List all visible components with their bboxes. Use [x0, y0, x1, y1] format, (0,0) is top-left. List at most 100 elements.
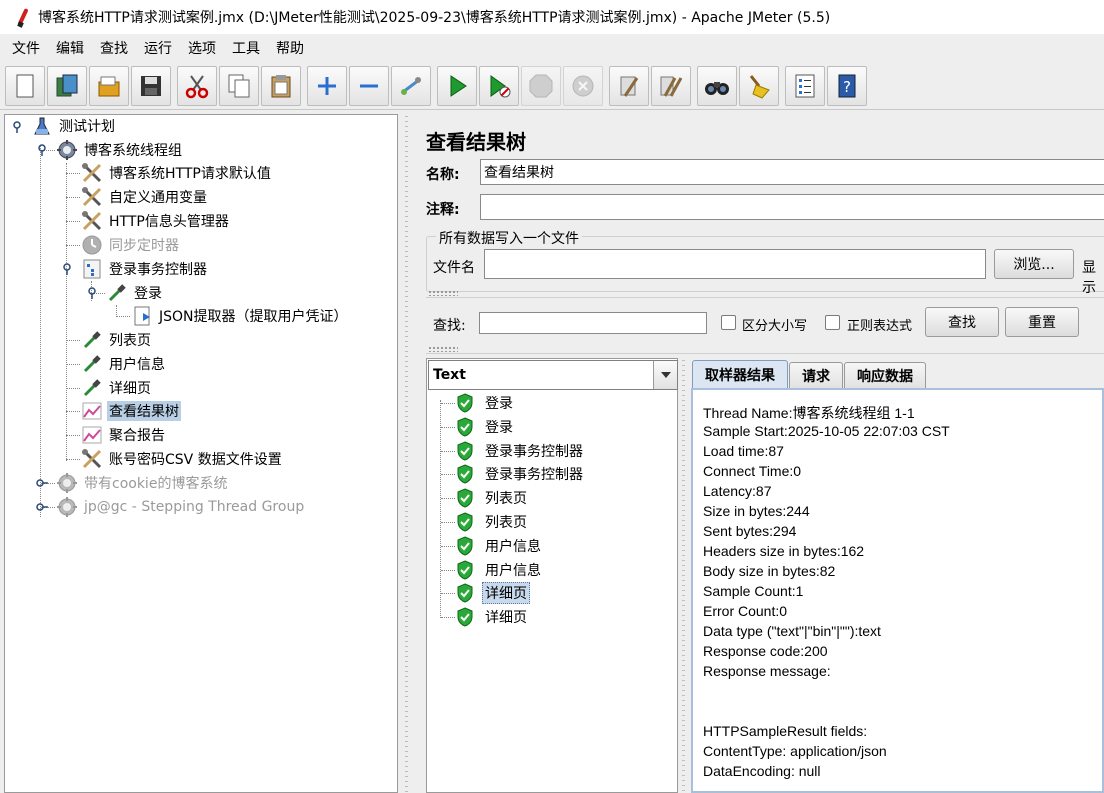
comment-input[interactable] [480, 194, 1104, 220]
templates-icon [56, 74, 78, 96]
results-splitter[interactable] [680, 358, 688, 793]
collapse-all-button[interactable] [349, 65, 389, 106]
pipette-icon [106, 282, 128, 304]
grip-handle[interactable] [428, 346, 458, 352]
tree-item-sync-timer[interactable]: 同步定时器 [81, 234, 181, 256]
result-item[interactable]: 登录事务控制器 [441, 440, 586, 462]
tree-item-aggregate-report[interactable]: 聚合报告 [81, 424, 167, 446]
tree-item-view-results-tree[interactable]: 查看结果树 [81, 400, 181, 422]
search-button[interactable] [697, 65, 737, 106]
expander-thread-group[interactable] [36, 144, 48, 156]
function-helper-button[interactable] [785, 65, 825, 106]
menu-options[interactable]: 选项 [180, 38, 224, 58]
start-button[interactable] [437, 65, 477, 106]
tab-response-data[interactable]: 响应数据 [844, 362, 926, 388]
cut-button[interactable] [177, 65, 217, 106]
expander-login[interactable] [86, 287, 98, 299]
stop-button[interactable] [521, 65, 561, 106]
svg-text:?: ? [843, 78, 851, 96]
browse-button[interactable]: 浏览... [994, 249, 1074, 279]
result-item[interactable]: 登录 [441, 416, 516, 438]
regex-checkbox[interactable] [825, 315, 840, 330]
paste-icon [271, 74, 291, 97]
result-item[interactable]: 详细页 [441, 606, 530, 628]
search-input[interactable] [479, 312, 707, 334]
detail-line: HTTPSampleResult fields: [703, 723, 868, 739]
menu-help[interactable]: 帮助 [268, 38, 312, 58]
expand-all-button[interactable] [307, 65, 347, 106]
tree-item-cookie-thread-group[interactable]: 带有cookie的博客系统 [56, 472, 229, 494]
detail-line: Response code:200 [703, 643, 828, 659]
controller-icon [81, 258, 103, 280]
result-item[interactable]: 列表页 [441, 511, 530, 533]
tree-item-detail-page[interactable]: 详细页 [81, 377, 153, 399]
copy-icon [228, 74, 250, 97]
timer-icon [81, 234, 103, 256]
result-item[interactable]: 用户信息 [441, 559, 544, 581]
expander-stepping-group[interactable] [36, 501, 48, 513]
regex-label: 正则表达式 [847, 319, 913, 334]
result-item[interactable]: 列表页 [441, 487, 530, 509]
shutdown-button[interactable] [563, 65, 603, 106]
new-button[interactable] [5, 65, 45, 106]
menu-edit[interactable]: 编辑 [48, 38, 92, 58]
tree-item-user-info[interactable]: 用户信息 [81, 353, 167, 375]
display-label: 显示 [1082, 260, 1096, 296]
open-button[interactable] [89, 65, 129, 106]
result-item[interactable]: 登录事务控制器 [441, 463, 586, 485]
templates-button[interactable] [47, 65, 87, 106]
open-icon [98, 76, 120, 96]
tree-item-csv-data-set[interactable]: 账号密码CSV 数据文件设置 [81, 448, 284, 470]
result-item[interactable]: 详细页 [441, 582, 530, 605]
result-item[interactable]: 登录 [441, 392, 516, 414]
paste-button[interactable] [261, 65, 301, 106]
menu-search[interactable]: 查找 [92, 38, 136, 58]
toggle-button[interactable] [391, 65, 431, 106]
tree-item-json-extractor[interactable]: JSON提取器（提取用户凭证） [131, 305, 350, 327]
expander-cookie-group[interactable] [36, 477, 48, 489]
name-input[interactable] [480, 159, 1104, 185]
success-shield-icon [456, 393, 474, 413]
test-plan-tree[interactable]: 测试计划 博客系统线程组 博客系统HTTP请求默认值 自定义通用变量 HTTP信… [4, 114, 398, 793]
tree-item-thread-group[interactable]: 博客系统线程组 [56, 139, 184, 161]
save-button[interactable] [131, 65, 171, 106]
result-item-label: 用户信息 [485, 562, 541, 579]
tree-item-user-variables[interactable]: 自定义通用变量 [81, 186, 209, 208]
tree-item-login-controller[interactable]: 登录事务控制器 [81, 258, 209, 280]
expander-test-plan[interactable] [11, 121, 23, 133]
panel-splitter[interactable] [402, 114, 412, 793]
result-item[interactable]: 用户信息 [441, 535, 544, 557]
filename-input[interactable] [484, 249, 986, 279]
case-sensitive-checkbox[interactable] [721, 315, 736, 330]
clear-button[interactable] [609, 65, 649, 106]
search-label: 查找: [433, 318, 466, 334]
help-button[interactable]: ? [827, 65, 867, 106]
tab-sampler-result[interactable]: 取样器结果 [692, 360, 788, 388]
success-shield-icon [456, 583, 474, 603]
tree-item-login-sampler[interactable]: 登录 [106, 282, 164, 304]
panel-title: 查看结果树 [426, 130, 526, 154]
grip-handle[interactable] [428, 290, 458, 296]
copy-button[interactable] [219, 65, 259, 106]
sampler-result-text[interactable]: Thread Name:博客系统线程组 1-1 Sample Start:2025… [691, 388, 1104, 793]
expander-login-controller[interactable] [61, 263, 73, 275]
result-item-label: 列表页 [485, 491, 527, 508]
detail-line: Sample Count:1 [703, 583, 804, 599]
start-no-pauses-button[interactable] [479, 65, 519, 106]
renderer-select[interactable]: Text [428, 360, 678, 390]
tree-item-http-defaults[interactable]: 博客系统HTTP请求默认值 [81, 162, 273, 184]
shutdown-icon [572, 75, 594, 96]
tree-item-test-plan[interactable]: 测试计划 [31, 115, 117, 137]
reset-button[interactable]: 重置 [1005, 307, 1079, 337]
menu-file[interactable]: 文件 [4, 38, 48, 58]
tools-icon [81, 186, 103, 208]
find-button[interactable]: 查找 [925, 307, 999, 337]
tree-item-list-page[interactable]: 列表页 [81, 329, 153, 351]
tree-item-header-manager[interactable]: HTTP信息头管理器 [81, 210, 231, 232]
tree-item-stepping-thread-group[interactable]: jp@gc - Stepping Thread Group [56, 496, 306, 518]
tab-request[interactable]: 请求 [789, 362, 843, 388]
menu-tools[interactable]: 工具 [224, 38, 268, 58]
clear-all-button[interactable] [651, 65, 691, 106]
reset-search-button[interactable] [739, 65, 779, 106]
menu-run[interactable]: 运行 [136, 38, 180, 58]
